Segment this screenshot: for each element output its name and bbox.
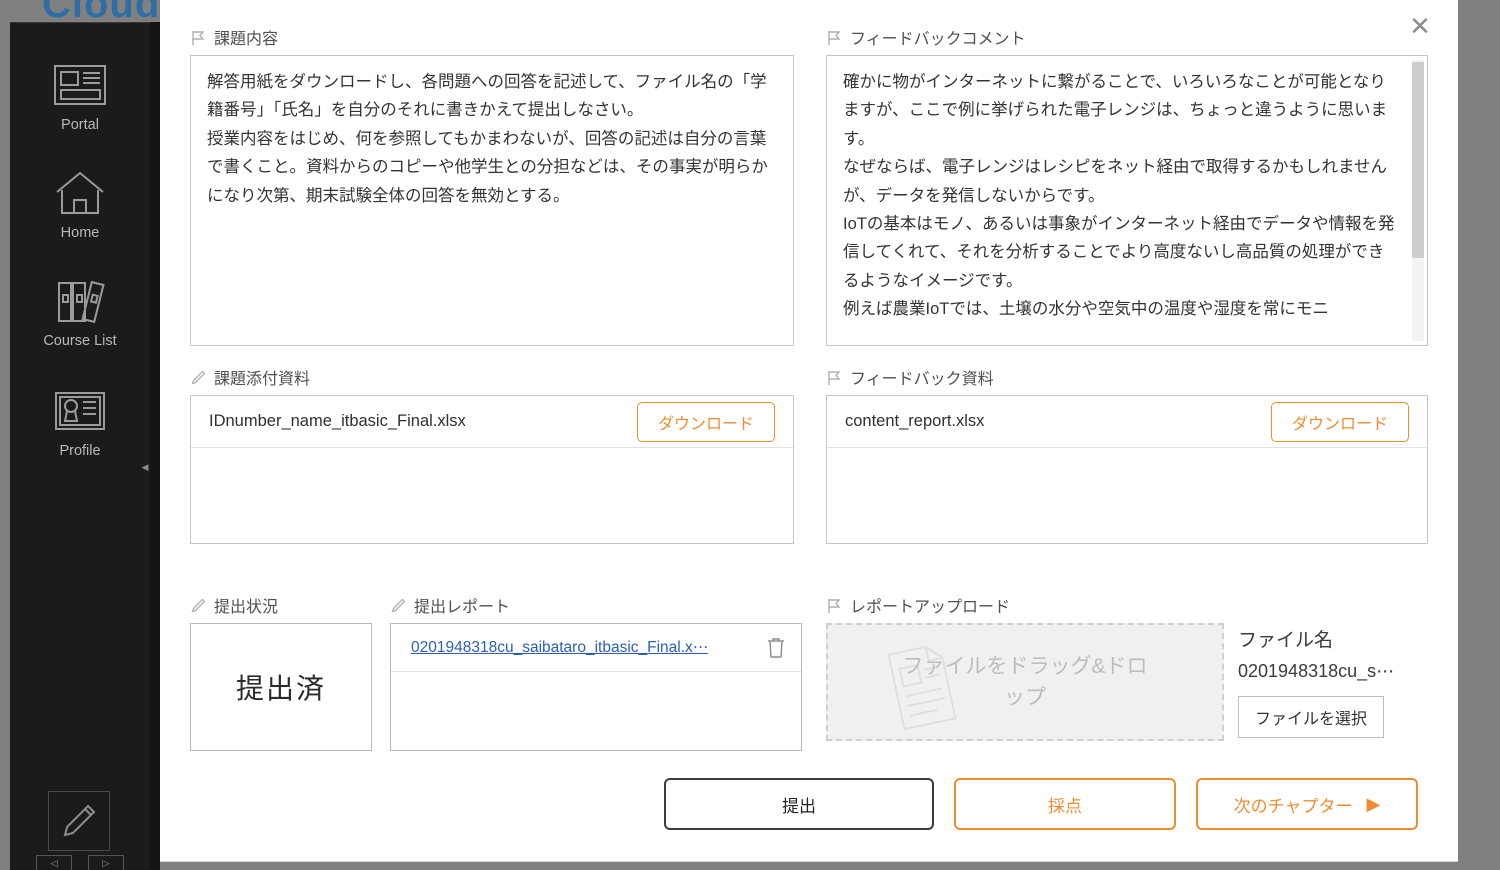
label-text: 提出状況 bbox=[214, 599, 279, 616]
submitted-file-link[interactable]: 0201948318cu_saibataro_itbasic_Final.x⋯ bbox=[411, 638, 708, 657]
choose-file-button[interactable]: ファイルを選択 bbox=[1238, 696, 1385, 738]
sidebar-prev-button[interactable]: ◁ bbox=[36, 855, 72, 870]
pencil-icon[interactable] bbox=[48, 791, 110, 851]
submission-status-label: 提出状況 bbox=[190, 594, 372, 616]
label-text: 課題添付資料 bbox=[214, 371, 311, 388]
submitted-report-section: 提出レポート 0201948318cu_saibataro_itbasic_Fi… bbox=[390, 594, 802, 751]
assignment-attachment-box: IDnumber_name_itbasic_Final.xlsx ダウンロード bbox=[190, 395, 794, 544]
sidebar-item-label: Profile bbox=[59, 443, 101, 459]
report-upload-section: レポートアップロード ファイルをドラッグ&ドロップ ファイル名 02019483… bbox=[826, 594, 1428, 748]
flag-icon bbox=[826, 597, 843, 614]
attachment-row: content_report.xlsx ダウンロード bbox=[827, 396, 1427, 448]
assignment-content-box: 解答用紙をダウンロードし、各問題への回答を記述して、ファイル名の「学籍番号」「氏… bbox=[190, 55, 794, 346]
feedback-scrollbar-thumb[interactable] bbox=[1412, 62, 1424, 258]
portal-icon bbox=[48, 57, 112, 113]
caret-right-icon: ▶ bbox=[1366, 793, 1381, 814]
sidebar-collapse-handle[interactable]: ◀ bbox=[140, 455, 150, 479]
label-text: 課題内容 bbox=[214, 31, 279, 48]
feedback-comment-label: フィードバックコメント bbox=[826, 26, 1428, 48]
sidebar-item-label: Course List bbox=[43, 333, 117, 349]
download-button[interactable]: ダウンロード bbox=[1270, 401, 1409, 442]
submitted-report-label: 提出レポート bbox=[390, 594, 802, 616]
feedback-comment-text: 確かに物がインターネットに繋がることで、いろいろなことが可能となりますが、ここで… bbox=[843, 73, 1395, 318]
flag-icon bbox=[826, 29, 843, 46]
pencil-icon bbox=[190, 369, 207, 386]
submission-status-section: 提出状況 提出済 bbox=[190, 594, 372, 751]
sidebar-pager: ◁ ▷ bbox=[36, 855, 124, 870]
modal-footer-actions: 提出 採点 次のチャプター ▶ bbox=[160, 778, 1458, 830]
file-name-value: 0201948318cu_s⋯ bbox=[1238, 661, 1395, 681]
sidebar-item-portal[interactable]: Portal bbox=[10, 57, 150, 133]
assignment-content-label: 課題内容 bbox=[190, 26, 794, 48]
attachment-file-name: IDnumber_name_itbasic_Final.xlsx bbox=[209, 412, 466, 430]
next-chapter-label: 次のチャプター bbox=[1233, 796, 1353, 816]
sidebar-next-button[interactable]: ▷ bbox=[88, 855, 124, 870]
sidebar-item-course-list[interactable]: Course List bbox=[10, 273, 150, 349]
pencil-icon bbox=[390, 597, 407, 614]
home-icon bbox=[48, 165, 112, 221]
pencil-icon bbox=[190, 597, 207, 614]
submission-status-box: 提出済 bbox=[190, 623, 372, 751]
file-dropzone[interactable]: ファイルをドラッグ&ドロップ bbox=[826, 623, 1224, 741]
download-button[interactable]: ダウンロード bbox=[636, 401, 775, 442]
feedback-attachment-section: フィードバック資料 content_report.xlsx ダウンロード bbox=[826, 366, 1428, 544]
sidebar-item-label: Home bbox=[60, 225, 100, 241]
trash-icon[interactable] bbox=[765, 636, 787, 660]
file-name-title: ファイル名 bbox=[1238, 630, 1334, 651]
sidebar-item-profile[interactable]: Profile bbox=[10, 383, 150, 459]
left-sidebar: Portal Home Course List Profile ◁ ▷ bbox=[10, 22, 150, 870]
flag-icon bbox=[826, 369, 843, 386]
flag-icon bbox=[190, 29, 207, 46]
feedback-attachment-box: content_report.xlsx ダウンロード bbox=[826, 395, 1428, 544]
next-chapter-button[interactable]: 次のチャプター ▶ bbox=[1196, 778, 1418, 830]
label-text: 提出レポート bbox=[414, 599, 511, 616]
assignment-attachment-label: 課題添付資料 bbox=[190, 366, 794, 388]
label-text: フィードバック資料 bbox=[850, 371, 994, 388]
attachment-row: IDnumber_name_itbasic_Final.xlsx ダウンロード bbox=[191, 396, 793, 448]
sidebar-strip bbox=[150, 22, 160, 870]
assignment-attachment-section: 課題添付資料 IDnumber_name_itbasic_Final.xlsx … bbox=[190, 366, 794, 544]
report-upload-label: レポートアップロード bbox=[826, 594, 1428, 616]
sidebar-item-label: Portal bbox=[61, 117, 99, 133]
attachment-file-name: content_report.xlsx bbox=[845, 412, 985, 430]
books-icon bbox=[48, 273, 112, 329]
assignment-detail-modal: ✕ 課題内容 解答用紙をダウンロードし、各問題への回答を記述して、ファイル名の「… bbox=[160, 0, 1458, 862]
feedback-comment-section: フィードバックコメント 確かに物がインターネットに繋がることで、いろいろなことが… bbox=[826, 26, 1428, 346]
grade-button[interactable]: 採点 bbox=[954, 778, 1176, 830]
feedback-comment-box: 確かに物がインターネットに繋がることで、いろいろなことが可能となりますが、ここで… bbox=[826, 55, 1428, 346]
label-text: フィードバックコメント bbox=[850, 31, 1026, 48]
dropzone-text: ファイルをドラッグ&ドロップ bbox=[902, 654, 1148, 710]
upload-file-info: ファイル名 0201948318cu_s⋯ ファイルを選択 bbox=[1238, 625, 1428, 738]
status-badge: 提出済 bbox=[235, 673, 326, 704]
assignment-content-text: 解答用紙をダウンロードし、各問題への回答を記述して、ファイル名の「学籍番号」「氏… bbox=[207, 73, 768, 205]
submitted-report-box: 0201948318cu_saibataro_itbasic_Final.x⋯ bbox=[390, 623, 802, 751]
id-card-icon bbox=[48, 383, 112, 439]
feedback-attachment-label: フィードバック資料 bbox=[826, 366, 1428, 388]
submit-button[interactable]: 提出 bbox=[664, 778, 934, 830]
report-row: 0201948318cu_saibataro_itbasic_Final.x⋯ bbox=[391, 624, 801, 672]
sidebar-item-home[interactable]: Home bbox=[10, 165, 150, 241]
assignment-content-section: 課題内容 解答用紙をダウンロードし、各問題への回答を記述して、ファイル名の「学籍… bbox=[190, 26, 794, 346]
label-text: レポートアップロード bbox=[850, 599, 1011, 616]
